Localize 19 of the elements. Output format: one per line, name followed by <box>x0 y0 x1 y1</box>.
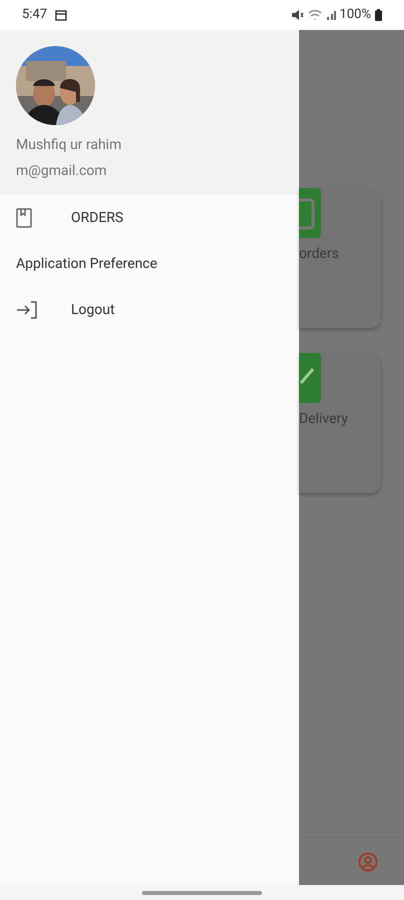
bookmark-page-icon <box>16 208 32 228</box>
status-time: 5:47 <box>22 6 48 24</box>
card-label: Delivery <box>299 410 350 429</box>
check-icon <box>299 353 321 403</box>
gallery-icon <box>55 10 68 20</box>
signal-icon <box>326 9 336 21</box>
account-icon[interactable] <box>358 852 378 872</box>
drawer-item[interactable]: Logout <box>0 287 299 333</box>
login-arrow-icon <box>16 301 38 319</box>
wifi-icon <box>308 9 322 21</box>
drawer-item[interactable]: ORDERS <box>0 195 299 241</box>
battery-percentage: 100% <box>340 6 371 24</box>
mute-icon <box>290 9 304 21</box>
card-label: orders <box>299 245 340 264</box>
home-indicator[interactable] <box>142 890 262 894</box>
user-email: m@gmail.com <box>16 162 108 181</box>
user-name: Mushfiq ur rahim <box>16 136 122 155</box>
battery-icon <box>375 9 382 21</box>
drawer-item[interactable]: Application Preference <box>0 241 299 287</box>
